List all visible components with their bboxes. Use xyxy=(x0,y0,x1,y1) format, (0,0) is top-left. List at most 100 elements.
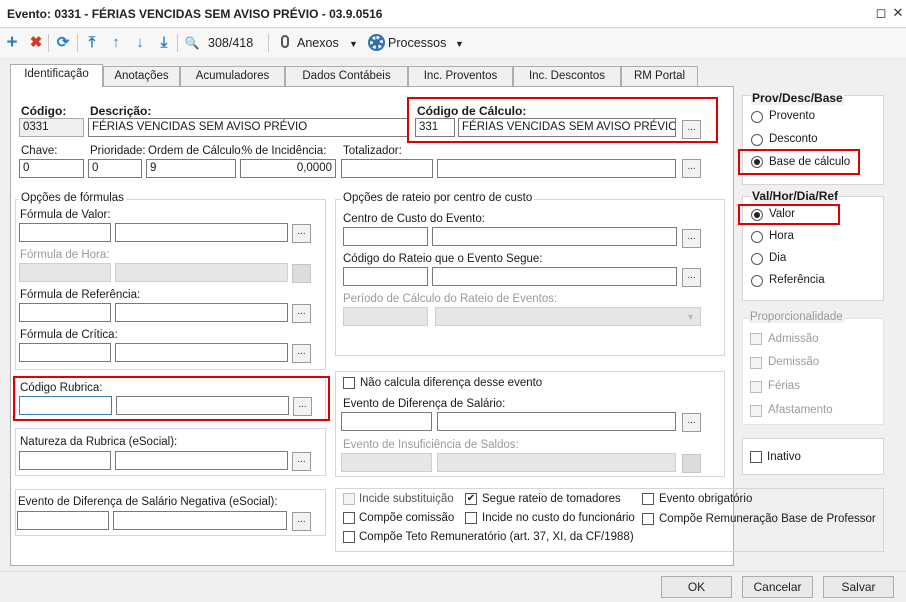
prioridade-field[interactable]: 0 xyxy=(88,159,142,178)
segue-rateio-checkbox[interactable]: ✔ xyxy=(465,493,477,505)
negativa-code[interactable] xyxy=(17,511,109,530)
compoe-remuneracao-checkbox[interactable] xyxy=(642,513,654,525)
save-button[interactable]: Salvar xyxy=(823,576,894,598)
desconto-radio[interactable] xyxy=(751,134,763,146)
evento-obrigatorio-checkbox[interactable] xyxy=(642,493,654,505)
paperclip-icon[interactable] xyxy=(281,35,289,48)
natureza-label: Natureza da Rubrica (eSocial): xyxy=(20,436,178,448)
provento-radio[interactable] xyxy=(751,111,763,123)
negativa-lookup-button[interactable]: ... xyxy=(292,512,311,531)
toolbar-separator xyxy=(268,34,269,52)
natureza-code[interactable] xyxy=(19,451,111,470)
refresh-icon[interactable]: ⟳ xyxy=(54,34,72,52)
codigo-calculo-desc: FÉRIAS VENCIDAS SEM AVISO PRÉVIO xyxy=(458,118,676,137)
rubrica-label: Código Rubrica: xyxy=(20,382,103,394)
footer-divider xyxy=(0,571,906,572)
tab-inc-descontos[interactable]: Inc. Descontos xyxy=(513,66,621,86)
search-icon[interactable]: 🔍 xyxy=(183,34,201,52)
hora-radio[interactable] xyxy=(751,231,763,243)
evento-diferenca-lookup-button[interactable]: ... xyxy=(682,413,701,432)
evento-insuficiencia-desc xyxy=(437,453,676,472)
compoe-teto-checkbox[interactable] xyxy=(343,531,355,543)
formula-valor-code[interactable] xyxy=(19,223,111,242)
formula-referencia-code[interactable] xyxy=(19,303,111,322)
formula-hora-code xyxy=(19,263,111,282)
base-calculo-label: Base de cálculo xyxy=(769,156,851,168)
centro-custo-label: Centro de Custo do Evento: xyxy=(343,213,485,225)
next-record-icon[interactable]: ↓ xyxy=(131,34,149,52)
desconto-label: Desconto xyxy=(769,133,818,145)
formula-critica-code[interactable] xyxy=(19,343,111,362)
add-icon[interactable]: + xyxy=(3,33,21,52)
formula-referencia-lookup-button[interactable]: ... xyxy=(292,304,311,323)
descricao-field[interactable]: FÉRIAS VENCIDAS SEM AVISO PRÉVIO xyxy=(88,118,408,137)
ordem-calculo-label: Ordem de Cálculo: xyxy=(148,145,244,157)
first-record-icon[interactable]: ⤒ xyxy=(83,34,101,52)
dia-radio[interactable] xyxy=(751,253,763,265)
title-bar: Evento: 0331 - FÉRIAS VENCIDAS SEM AVISO… xyxy=(0,0,906,28)
tab-dados-contabeis[interactable]: Dados Contábeis xyxy=(285,66,408,86)
rubrica-desc-field xyxy=(116,396,289,415)
tab-anotacoes[interactable]: Anotações xyxy=(103,66,180,86)
tab-rm-portal[interactable]: RM Portal xyxy=(621,66,698,86)
segue-rateio-label: Segue rateio de tomadores xyxy=(482,493,621,505)
codigo-rateio-desc xyxy=(432,267,677,286)
incide-custo-checkbox[interactable] xyxy=(465,512,477,524)
last-record-icon[interactable]: ⤓ xyxy=(155,34,173,52)
restore-icon[interactable]: ◻ xyxy=(874,6,888,20)
natureza-desc xyxy=(115,451,288,470)
ordem-calculo-field[interactable]: 9 xyxy=(146,159,236,178)
base-calculo-radio[interactable] xyxy=(751,156,763,168)
formula-critica-lookup-button[interactable]: ... xyxy=(292,344,311,363)
tab-identificacao[interactable]: Identificação xyxy=(10,64,103,87)
valor-radio[interactable] xyxy=(751,209,763,221)
close-icon[interactable]: ✕ xyxy=(891,6,905,20)
evento-diferenca-desc xyxy=(437,412,676,431)
processes-menu[interactable]: Processos xyxy=(388,36,446,50)
gear-icon[interactable] xyxy=(368,34,385,51)
negativa-label: Evento de Diferença de Salário Negativa … xyxy=(18,496,278,508)
formula-hora-label: Fórmula de Hora: xyxy=(20,249,110,261)
incide-substituicao-checkbox xyxy=(343,493,355,505)
incidencia-label: % de Incidência: xyxy=(242,145,327,157)
incidencia-field[interactable]: 0,0000 xyxy=(240,159,336,178)
afastamento-label: Afastamento xyxy=(768,404,833,416)
attachments-menu[interactable]: Anexos xyxy=(297,36,339,50)
totalizador-lookup-button[interactable]: ... xyxy=(682,159,701,178)
ok-button[interactable]: OK xyxy=(661,576,732,598)
referencia-radio[interactable] xyxy=(751,275,763,287)
compoe-comissao-checkbox[interactable] xyxy=(343,512,355,524)
compoe-comissao-label: Compõe comissão xyxy=(359,512,455,524)
centro-custo-code[interactable] xyxy=(343,227,428,246)
totalizador-desc xyxy=(437,159,676,178)
rubrica-lookup-button[interactable]: ... xyxy=(293,397,312,416)
nao-calcula-label: Não calcula diferença desse evento xyxy=(360,377,543,389)
evento-obrigatorio-label: Evento obrigatório xyxy=(659,493,753,505)
chevron-down-icon[interactable]: ▼ xyxy=(455,39,464,49)
codigo-rateio-lookup-button[interactable]: ... xyxy=(682,268,701,287)
tab-acumuladores[interactable]: Acumuladores xyxy=(180,66,285,86)
cancel-button[interactable]: Cancelar xyxy=(742,576,813,598)
codigo-calculo-lookup-button[interactable]: ... xyxy=(682,120,701,139)
periodo-calculo-code xyxy=(343,307,428,326)
inativo-checkbox[interactable] xyxy=(750,451,762,463)
tab-inc-proventos[interactable]: Inc. Proventos xyxy=(408,66,513,86)
natureza-lookup-button[interactable]: ... xyxy=(292,452,311,471)
admissao-checkbox xyxy=(750,333,762,345)
formula-valor-lookup-button[interactable]: ... xyxy=(292,224,311,243)
chevron-down-icon[interactable]: ▼ xyxy=(349,39,358,49)
nao-calcula-checkbox[interactable] xyxy=(343,377,355,389)
provento-label: Provento xyxy=(769,110,816,122)
prev-record-icon[interactable]: ↑ xyxy=(107,34,125,52)
rubrica-code-field[interactable] xyxy=(19,396,112,415)
delete-icon[interactable]: ✖ xyxy=(27,34,45,52)
totalizador-code[interactable] xyxy=(341,159,433,178)
codigo-rateio-code[interactable] xyxy=(343,267,428,286)
evento-diferenca-code[interactable] xyxy=(341,412,432,431)
codigo-calculo-field[interactable]: 331 xyxy=(415,118,455,137)
chave-field[interactable]: 0 xyxy=(19,159,84,178)
centro-custo-lookup-button[interactable]: ... xyxy=(682,229,701,248)
toolbar-separator xyxy=(77,34,78,52)
record-counter: 308/418 xyxy=(208,36,254,50)
codigo-label: Código: xyxy=(21,104,67,118)
